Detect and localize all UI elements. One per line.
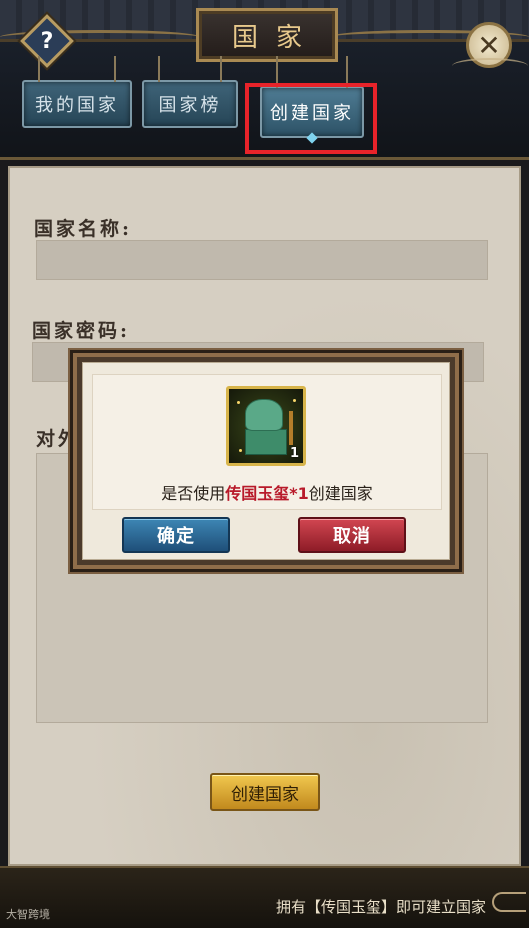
tab-label: 国家榜 bbox=[158, 95, 222, 116]
tab-hanger bbox=[158, 56, 160, 82]
prompt-suffix: 创建国家 bbox=[308, 484, 373, 503]
sparkle bbox=[293, 399, 296, 402]
jade-seal-item-icon: 1 bbox=[226, 386, 306, 466]
prompt-item-name: 传国玉玺 bbox=[225, 484, 290, 503]
prompt-prefix: 是否使用 bbox=[161, 484, 226, 503]
dialog-prompt: 是否使用传国玉玺*1创建国家 bbox=[92, 480, 442, 504]
create-country-button[interactable]: 创建国家 bbox=[210, 773, 320, 811]
item-count: 1 bbox=[289, 446, 299, 461]
cloud-ornament bbox=[452, 58, 528, 74]
question-icon: ? bbox=[40, 28, 54, 54]
tab-country-ranking[interactable]: 国家榜 bbox=[142, 56, 238, 128]
tab-hanger bbox=[114, 56, 116, 82]
close-icon: ✕ bbox=[477, 28, 501, 62]
confirm-button[interactable]: 确定 bbox=[122, 517, 230, 553]
tab-hanger bbox=[220, 56, 222, 82]
tab-hanger bbox=[38, 56, 40, 82]
tab-my-country[interactable]: 我的国家 bbox=[22, 56, 132, 128]
country-name-label: 国家名称: bbox=[34, 218, 133, 240]
page-title: 国家 bbox=[196, 8, 338, 62]
seal-tassel-shape bbox=[289, 411, 293, 445]
cancel-button[interactable]: 取消 bbox=[298, 517, 406, 553]
watermark: 大智跨境 bbox=[6, 908, 50, 921]
prompt-item-qty: *1 bbox=[289, 484, 309, 503]
country-name-input[interactable] bbox=[36, 240, 488, 280]
seal-base-shape bbox=[245, 429, 287, 455]
sparkle bbox=[239, 449, 242, 452]
seal-dragon-shape bbox=[245, 399, 283, 431]
tab-label: 我的国家 bbox=[35, 95, 119, 116]
scroll-ornament bbox=[492, 892, 526, 912]
sparkle bbox=[237, 401, 240, 404]
highlight-box bbox=[245, 83, 377, 154]
country-password-label: 国家密码: bbox=[32, 320, 131, 342]
footer-hint: 拥有【传国玉玺】即可建立国家 bbox=[276, 898, 487, 916]
